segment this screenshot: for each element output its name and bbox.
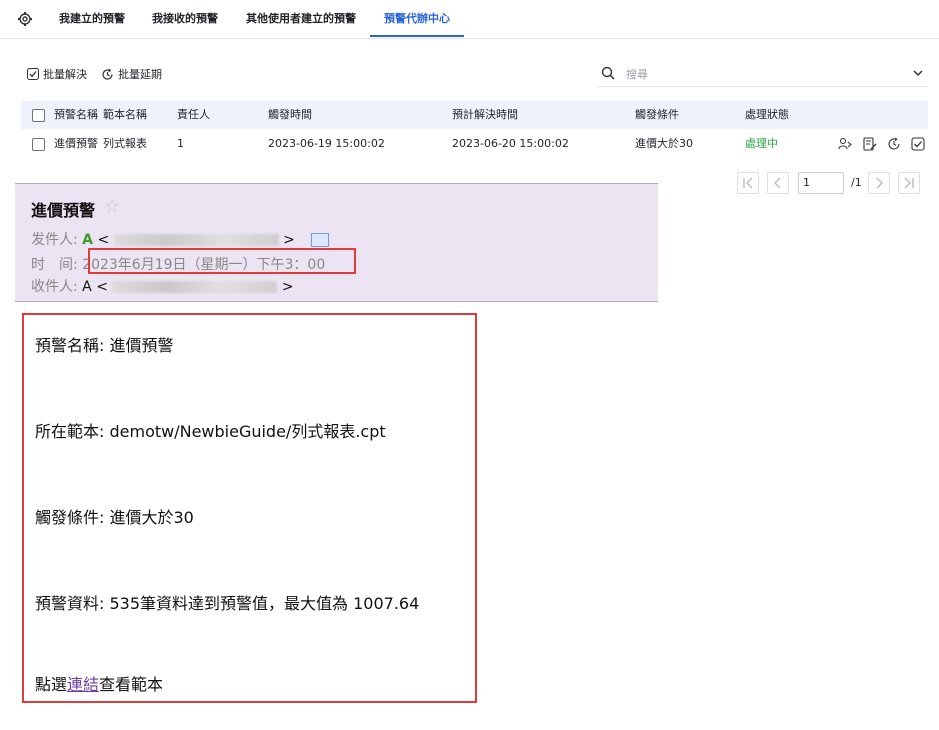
tab-todo-center[interactable]: 預警代辦中心 <box>384 0 450 38</box>
row-status: 處理中 <box>745 137 778 150</box>
to-label: 收件人: <box>31 279 78 295</box>
mail-subject: 進價預警 <box>31 201 96 220</box>
mail-from-line: 发件人: A < > <box>31 229 330 249</box>
row-template: 列式報表 <box>103 137 147 150</box>
resolve-check-icon[interactable] <box>911 137 925 151</box>
redacted-email <box>113 234 279 246</box>
redacted-email <box>112 281 278 293</box>
body-template-path: 所在範本: demotw/NewbieGuide/列式報表.cpt <box>35 422 386 441</box>
template-link[interactable]: 連結 <box>67 675 99 694</box>
active-tab-indicator <box>370 35 464 37</box>
header-owner: 責任人 <box>177 108 210 121</box>
page-total: /1 <box>851 176 862 189</box>
header-template: 範本名稱 <box>103 108 147 121</box>
from-label: 发件人: <box>31 232 78 248</box>
bulk-resolve-label: 批量解決 <box>43 68 87 81</box>
header-expected-time: 預計解決時間 <box>452 108 518 121</box>
star-icon[interactable]: ☆ <box>104 196 120 217</box>
postpone-clock-icon[interactable] <box>887 137 901 151</box>
header-condition: 觸發條件 <box>635 108 679 121</box>
tab-received[interactable]: 我接收的預警 <box>152 0 218 38</box>
first-page-button[interactable] <box>737 172 759 194</box>
gear-icon[interactable] <box>17 11 33 27</box>
header-name: 預警名稱 <box>54 108 98 121</box>
row-name: 進價預警 <box>54 137 98 150</box>
chevron-right-icon <box>876 177 883 189</box>
mail-body: 預警名稱: 進價預警 所在範本: demotw/NewbieGuide/列式報表… <box>22 313 477 703</box>
last-page-button[interactable] <box>898 172 920 194</box>
bulk-postpone-button[interactable]: 批量延期 <box>101 66 162 82</box>
link-prefix: 點選 <box>35 675 68 694</box>
row-expected-time: 2023-06-20 15:00:02 <box>452 137 569 150</box>
search-bar <box>598 62 928 87</box>
page-number-input[interactable]: 1 <box>798 172 844 194</box>
row-trigger-time: 2023-06-19 15:00:02 <box>268 137 385 150</box>
edit-note-icon[interactable] <box>863 137 877 151</box>
row-checkbox[interactable] <box>32 138 45 151</box>
mail-to-line: 收件人: A < > <box>31 279 294 295</box>
search-input[interactable] <box>624 64 878 84</box>
body-alert-name: 預警名稱: 進價預警 <box>35 336 174 355</box>
contact-card-icon[interactable] <box>311 233 330 247</box>
select-all-checkbox[interactable] <box>32 109 45 122</box>
mail-header: 進價預警 ☆ 发件人: A < > 时 间: 2023年6月19日（星期一）下午… <box>15 183 658 302</box>
transfer-icon[interactable] <box>838 137 852 151</box>
link-suffix: 查看範本 <box>99 675 164 694</box>
row-owner: 1 <box>177 137 184 150</box>
bulk-resolve-button[interactable]: 批量解決 <box>27 66 87 82</box>
search-icon <box>601 66 615 80</box>
row-condition: 進價大於30 <box>635 137 693 150</box>
chevron-down-icon[interactable] <box>912 67 924 79</box>
time-label: 时 间: <box>31 257 78 273</box>
body-alert-data: 預警資料: 535筆資料達到預警值，最大值為 1007.64 <box>35 594 420 613</box>
body-trigger-condition: 觸發條件: 進價大於30 <box>35 508 194 527</box>
tab-bar: 我建立的預警 我接收的預警 其他使用者建立的預警 預警代辦中心 <box>0 0 939 39</box>
clock-refresh-icon <box>102 68 113 80</box>
header-status: 處理狀態 <box>745 108 789 121</box>
chevron-left-icon <box>774 177 781 189</box>
table-row[interactable]: 進價預警 列式報表 1 2023-06-19 15:00:02 2023-06-… <box>21 129 928 159</box>
prev-page-button[interactable] <box>767 172 789 194</box>
tab-my-created[interactable]: 我建立的預警 <box>59 0 125 38</box>
last-page-icon <box>904 177 914 189</box>
to-name: A <box>82 279 92 295</box>
first-page-icon <box>743 177 753 189</box>
body-link-line: 點選連結查看範本 <box>35 671 163 695</box>
checkbox-check-icon <box>27 68 39 80</box>
time-highlight-box <box>88 248 356 274</box>
tab-others-created[interactable]: 其他使用者建立的預警 <box>246 0 356 38</box>
next-page-button[interactable] <box>868 172 890 194</box>
bulk-postpone-label: 批量延期 <box>118 68 162 81</box>
table-header: 預警名稱 範本名稱 責任人 觸發時間 預計解決時間 觸發條件 處理狀態 <box>21 101 928 129</box>
header-trigger-time: 觸發時間 <box>268 108 312 121</box>
from-name: A <box>82 232 94 248</box>
